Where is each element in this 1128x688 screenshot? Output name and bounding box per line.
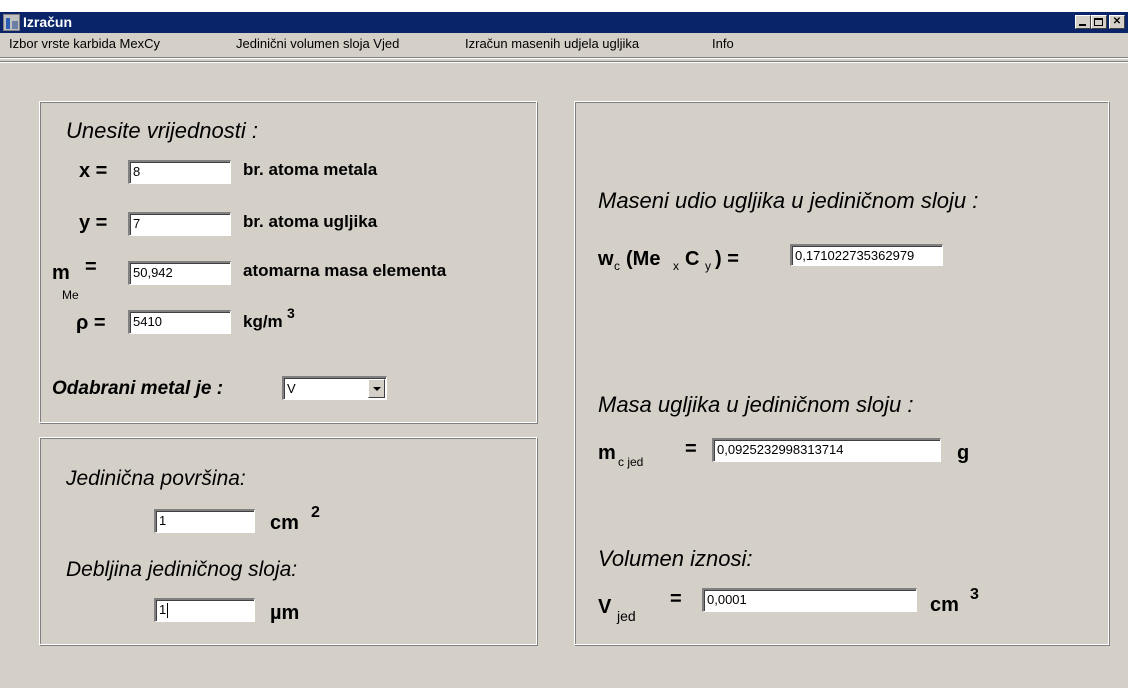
rho-unit: kg/m <box>243 312 283 331</box>
menu-izracun-udjela[interactable]: Izračun masenih udjela ugljika <box>465 33 639 55</box>
close-button[interactable]: ✕ <box>1109 15 1125 29</box>
menu-izbor-karbida[interactable]: Izbor vrste karbida MexCy <box>9 33 160 55</box>
thickness-value: 1 <box>159 602 167 617</box>
wc-me: (Me <box>626 248 661 270</box>
x-input[interactable]: 8 <box>128 160 231 184</box>
y-label: y = <box>79 212 108 234</box>
rho-label: ρ = <box>76 312 106 334</box>
thickness-label: Debljina jediničnog sloja: <box>66 558 298 581</box>
volume-heading: Volumen iznosi: <box>598 546 753 571</box>
wc-subscript-x: x <box>673 259 679 273</box>
m-subscript: Me <box>62 288 79 302</box>
y-description: br. atoma ugljika <box>243 212 378 231</box>
mc-unit: g <box>957 442 970 464</box>
thickness-input[interactable]: 1 <box>154 598 255 622</box>
wc-w: w <box>598 248 614 270</box>
y-input[interactable]: 7 <box>128 212 231 236</box>
wc-subscript-c: c <box>614 259 620 273</box>
close-icon: ✕ <box>1112 16 1122 27</box>
minimize-button[interactable] <box>1075 15 1091 29</box>
window-title: Izračun <box>23 14 73 30</box>
metal-label: Odabrani metal je : <box>52 378 224 399</box>
v-output[interactable]: 0,0001 <box>702 588 917 612</box>
menu-jedinicni-volumen[interactable]: Jedinični volumen sloja Vjed <box>236 33 399 55</box>
title-bar[interactable]: Izračun ✕ <box>0 12 1128 33</box>
v-label: V <box>598 596 612 618</box>
m-equals: = <box>85 256 97 278</box>
rho-input[interactable]: 5410 <box>128 310 231 334</box>
menu-separator <box>0 57 1128 63</box>
carbon-mass-heading: Masa ugljika u jediničnom sloju : <box>598 392 914 417</box>
wc-output[interactable]: 0,171022735362979 <box>790 244 943 266</box>
text-caret <box>167 603 169 619</box>
v-unit: cm <box>930 594 959 616</box>
area-input[interactable]: 1 <box>154 509 255 533</box>
wc-subscript-y: y <box>705 259 711 273</box>
rho-unit-superscript: 3 <box>287 305 295 321</box>
x-description: br. atoma metala <box>243 160 378 179</box>
m-description: atomarna masa elementa <box>243 261 447 280</box>
maximize-icon <box>1094 18 1103 26</box>
metal-select-value: V <box>287 381 296 396</box>
mass-fraction-heading: Maseni udio ugljika u jediničnom sloju : <box>598 188 979 213</box>
metal-select-dropdown-button[interactable] <box>368 379 385 398</box>
area-label: Jedinična površina: <box>66 467 246 490</box>
app-icon[interactable] <box>3 14 20 31</box>
app-window: Izračun ✕ Izbor vrste karbida MexCy Jedi… <box>0 12 1128 688</box>
v-subscript: jed <box>617 608 636 624</box>
x-label: x = <box>79 160 108 182</box>
mc-output[interactable]: 0,0925232998313714 <box>712 438 941 462</box>
wc-close: ) = <box>715 248 739 270</box>
chevron-down-icon <box>373 387 381 391</box>
m-label: m <box>52 262 70 284</box>
wc-c: C <box>685 248 700 270</box>
mc-m: m <box>598 442 616 464</box>
menu-info[interactable]: Info <box>712 33 734 55</box>
menu-bar: Izbor vrste karbida MexCy Jedinični volu… <box>0 33 1128 55</box>
minimize-icon <box>1079 24 1086 26</box>
input-heading: Unesite vrijednosti : <box>66 118 258 143</box>
mc-equals: = <box>685 438 697 460</box>
metal-select[interactable]: V <box>282 376 387 400</box>
mc-subscript: c jed <box>618 455 644 469</box>
area-unit: cm <box>270 512 299 534</box>
m-input[interactable]: 50,942 <box>128 261 231 285</box>
thickness-unit: µm <box>270 602 300 624</box>
area-unit-superscript: 2 <box>311 504 320 521</box>
v-unit-superscript: 3 <box>970 586 979 603</box>
v-equals: = <box>670 588 682 610</box>
maximize-button[interactable] <box>1091 15 1107 29</box>
